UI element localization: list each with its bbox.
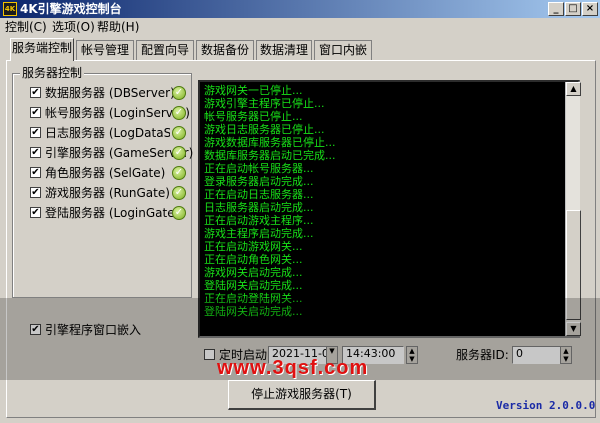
tab-data-cleanup[interactable]: 数据清理 <box>256 40 312 60</box>
version-label: Version 2.0.0.0 <box>496 399 596 412</box>
app-icon: 4K <box>3 2 17 16</box>
log-line: 游戏引擎主程序已停止... <box>204 97 325 110</box>
log-line: 正在启动日志服务器... <box>204 188 314 201</box>
status-ok-icon: ✓ <box>172 206 186 220</box>
loginserver-label: 帐号服务器 (LoginServer) <box>45 106 190 120</box>
server-control-group-title: 服务器控制 <box>20 66 85 80</box>
rungate-checkbox[interactable]: ✔ <box>30 187 41 198</box>
dbserver-checkbox[interactable]: ✔ <box>30 87 41 98</box>
embed-window-label: 引擎程序窗口嵌入 <box>45 323 142 337</box>
log-line: 游戏网关启动完成... <box>204 266 303 279</box>
scroll-down-arrow-icon[interactable]: ▼ <box>566 322 581 336</box>
log-scrollbar[interactable]: ▲ ▼ <box>565 82 581 336</box>
log-line: 帐号服务器已停止... <box>204 110 303 123</box>
tab-account-management[interactable]: 帐号管理 <box>76 40 134 60</box>
menu-bar: 控制(C) 选项(O) 帮助(H) <box>0 18 600 36</box>
log-line: 正在启动游戏主程序... <box>204 214 314 227</box>
log-line: 游戏日志服务器已停止... <box>204 123 325 136</box>
log-line: 游戏数据库服务器已停止... <box>204 136 336 149</box>
embed-window-checkbox[interactable]: ✔ <box>30 324 41 335</box>
scrollbar-thumb[interactable] <box>566 210 581 320</box>
log-line: 正在启动帐号服务器... <box>204 162 314 175</box>
maximize-button[interactable]: □ <box>565 2 581 16</box>
tab-window-embed[interactable]: 窗口内嵌 <box>314 40 372 60</box>
logdataserver-checkbox[interactable]: ✔ <box>30 127 41 138</box>
selgate-label: 角色服务器 (SelGate) <box>45 166 166 180</box>
close-button[interactable]: × <box>582 2 598 16</box>
log-line: 正在启动角色网关... <box>204 253 303 266</box>
stop-game-server-button[interactable]: 停止游戏服务器(T) <box>228 380 376 410</box>
server-id-label: 服务器ID: <box>456 348 509 362</box>
status-ok-icon: ✓ <box>172 146 186 160</box>
tab-data-backup[interactable]: 数据备份 <box>196 40 254 60</box>
log-line: 游戏主程序启动完成... <box>204 227 314 240</box>
tab-server-control[interactable]: 服务端控制 <box>10 38 74 61</box>
menu-help[interactable]: 帮助(H) <box>97 19 139 35</box>
menu-options[interactable]: 选项(O) <box>52 19 95 35</box>
status-ok-icon: ✓ <box>172 106 186 120</box>
log-line: 游戏网关一已停止... <box>204 84 303 97</box>
gameserver-checkbox[interactable]: ✔ <box>30 147 41 158</box>
log-line: 数据库服务器启动已完成... <box>204 149 336 162</box>
logingate-checkbox[interactable]: ✔ <box>30 207 41 218</box>
log-line: 登录服务器启动完成... <box>204 175 314 188</box>
loginserver-checkbox[interactable]: ✔ <box>30 107 41 118</box>
log-line: 日志服务器启动完成... <box>204 201 314 214</box>
schedule-checkbox[interactable] <box>204 349 215 360</box>
logingate-label: 登陆服务器 (LoginGate) <box>45 206 180 220</box>
status-ok-icon: ✓ <box>172 86 186 100</box>
window-title: 4K引擎游戏控制台 <box>20 2 122 16</box>
server-id-spinner[interactable]: ▲ ▼ <box>560 346 572 364</box>
log-console[interactable]: 游戏网关一已停止... 游戏引擎主程序已停止... 帐号服务器已停止... 游戏… <box>198 80 580 338</box>
tab-config-wizard[interactable]: 配置向导 <box>136 40 194 60</box>
log-line: 登陆网关启动完成... <box>204 305 303 318</box>
log-line: 正在启动游戏网关... <box>204 240 303 253</box>
status-ok-icon: ✓ <box>172 166 186 180</box>
status-ok-icon: ✓ <box>172 186 186 200</box>
dbserver-label: 数据服务器 (DBServer) <box>45 86 175 100</box>
menu-control[interactable]: 控制(C) <box>5 19 47 35</box>
minimize-button[interactable]: _ <box>548 2 564 16</box>
watermark-text: www.3qsf.com <box>217 357 369 379</box>
status-ok-icon: ✓ <box>172 126 186 140</box>
log-line: 登陆网关启动完成... <box>204 279 303 292</box>
logdataserver-label: 日志服务器 (LogDataServer) <box>45 126 170 140</box>
rungate-label: 游戏服务器 (RunGate) <box>45 186 170 200</box>
time-spinner[interactable]: ▲ ▼ <box>406 346 418 364</box>
scroll-up-arrow-icon[interactable]: ▲ <box>566 82 581 96</box>
log-line: 正在启动登陆网关... <box>204 292 303 305</box>
selgate-checkbox[interactable]: ✔ <box>30 167 41 178</box>
